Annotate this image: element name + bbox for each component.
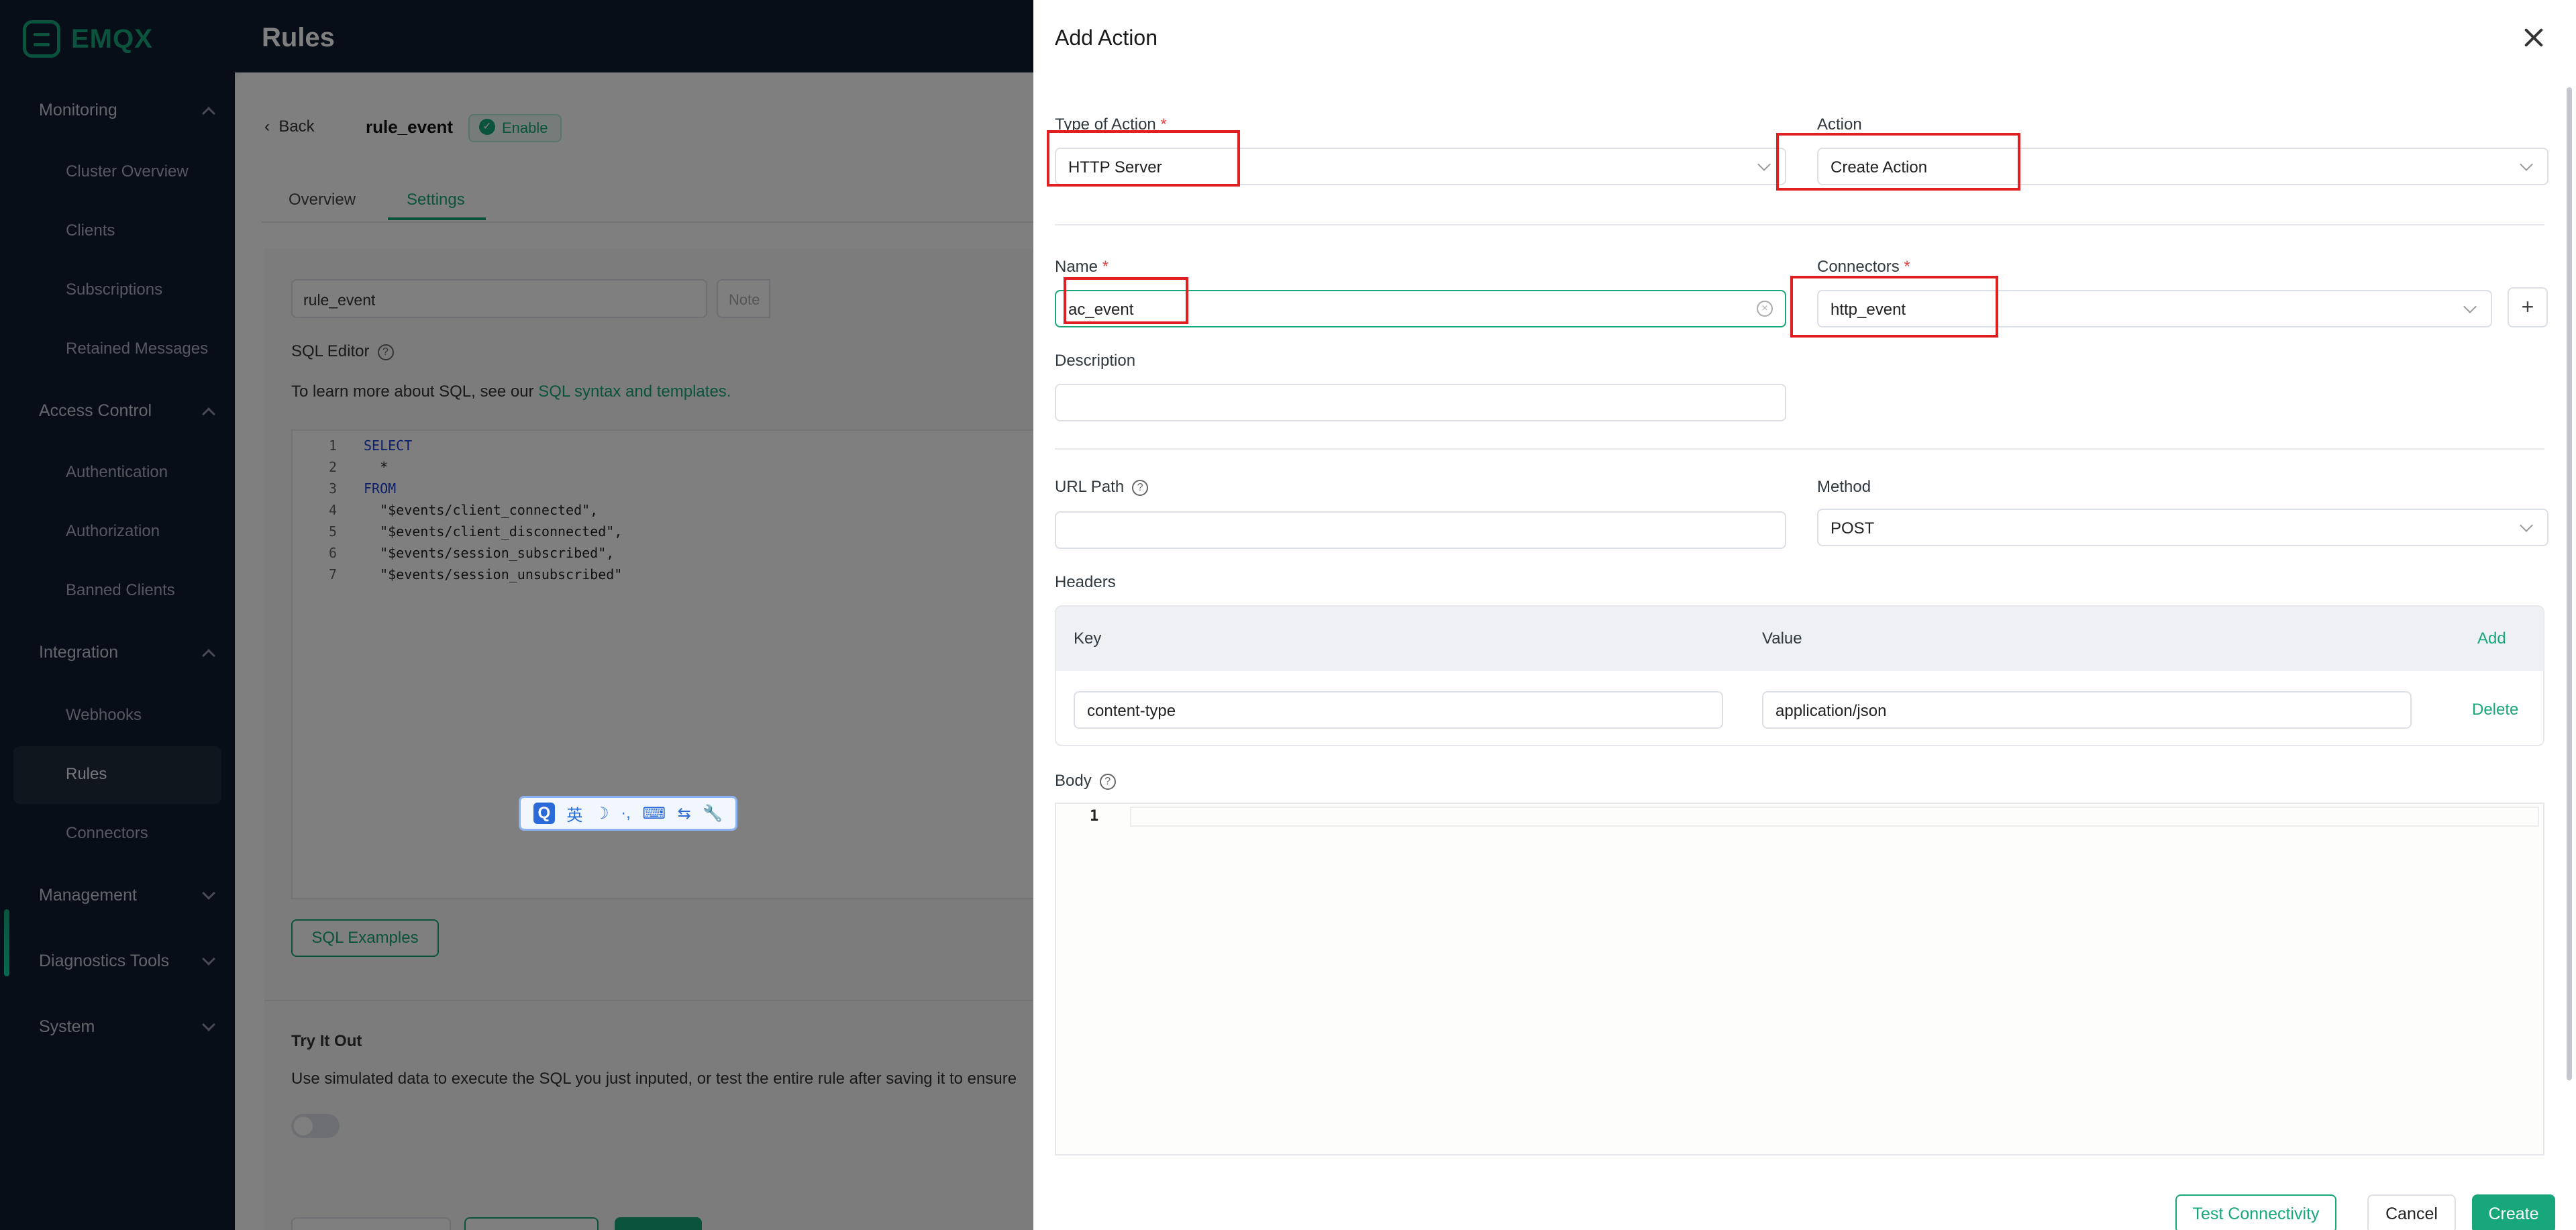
column-value: Value (1762, 629, 1802, 648)
headers-table: Key Value Add content-type application/j… (1055, 605, 2544, 746)
active-line (1130, 807, 2539, 827)
description-input[interactable] (1055, 384, 1786, 421)
description-label: Description (1055, 352, 1136, 370)
clear-icon[interactable]: × (1757, 301, 1773, 317)
chevron-down-icon (2520, 158, 2533, 171)
drawer-title: Add Action (1055, 25, 1157, 50)
url-path-label: URL Path? (1055, 478, 1149, 497)
header-key-input[interactable]: content-type (1074, 691, 1723, 729)
type-of-action-select[interactable]: HTTP Server (1055, 148, 1786, 185)
add-connector-button[interactable]: + (2508, 287, 2548, 327)
header-value-input[interactable]: application/json (1762, 691, 2412, 729)
name-input[interactable]: ac_event × (1055, 290, 1786, 327)
method-label: Method (1817, 478, 1871, 496)
connectors-select[interactable]: http_event (1817, 290, 2492, 327)
headers-label: Headers (1055, 573, 1116, 591)
cancel-button[interactable]: Cancel (2367, 1194, 2456, 1230)
punctuation-icon[interactable]: ·, (621, 804, 631, 823)
add-action-drawer: Add Action Type of Action * HTTP Server … (1033, 0, 2576, 1230)
section-divider (1055, 224, 2544, 225)
modal-overlay[interactable] (0, 0, 1033, 1230)
help-icon[interactable]: ? (1099, 773, 1116, 790)
help-icon[interactable]: ? (1132, 479, 1149, 496)
ime-logo-icon[interactable]: Q (533, 803, 555, 824)
ime-toolbar[interactable]: Q 英 ☽ ·, ⌨ ⇆ 🔧 (519, 796, 737, 831)
method-select[interactable]: POST (1817, 509, 2548, 546)
url-path-input[interactable] (1055, 511, 1786, 549)
keyboard-icon[interactable]: ⌨ (642, 804, 666, 823)
body-editor[interactable]: 1 (1055, 803, 2544, 1156)
drawer-scrollbar[interactable] (2567, 87, 2572, 1080)
line-number: 1 (1090, 808, 1099, 825)
type-of-action-label: Type of Action * (1055, 115, 1167, 134)
chevron-down-icon (2463, 300, 2477, 313)
chevron-down-icon (2520, 519, 2533, 532)
name-label: Name * (1055, 258, 1109, 276)
ime-language-toggle[interactable]: 英 (566, 802, 582, 825)
switch-icon[interactable]: ⇆ (678, 804, 691, 823)
wrench-icon[interactable]: 🔧 (703, 804, 723, 823)
column-key: Key (1074, 629, 1102, 648)
add-header-button[interactable]: Add (2477, 629, 2506, 648)
section-divider (1055, 448, 2544, 450)
connectors-label: Connectors * (1817, 258, 1910, 276)
chevron-down-icon (1757, 158, 1771, 171)
headers-table-header: Key Value Add (1056, 607, 2543, 671)
action-select[interactable]: Create Action (1817, 148, 2548, 185)
delete-header-button[interactable]: Delete (2472, 701, 2518, 719)
test-connectivity-button[interactable]: Test Connectivity (2175, 1194, 2336, 1230)
create-button[interactable]: Create (2472, 1194, 2555, 1230)
body-label: Body? (1055, 772, 1116, 790)
moon-icon[interactable]: ☽ (595, 804, 609, 823)
close-icon[interactable] (2522, 25, 2546, 50)
action-label: Action (1817, 115, 1862, 134)
